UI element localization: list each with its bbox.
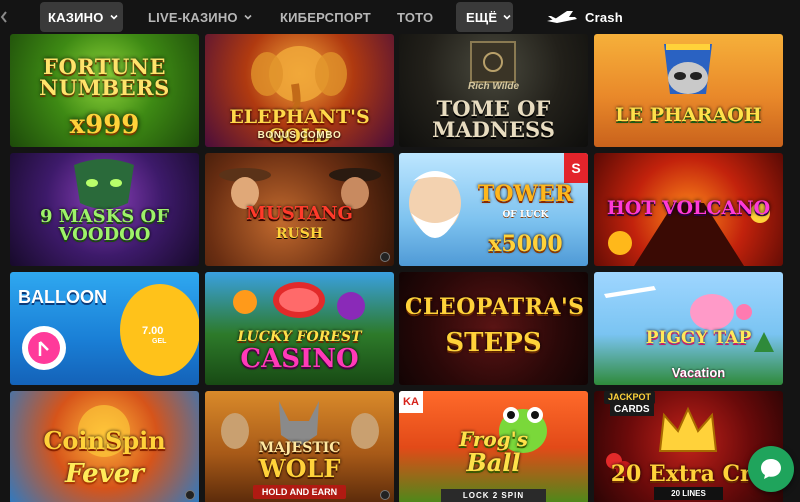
- chat-button[interactable]: [748, 446, 794, 492]
- game-artwork: [594, 34, 783, 147]
- nav-tab-more[interactable]: ЕЩЁ: [456, 2, 513, 32]
- game-feature-label: 20 LINES: [654, 487, 723, 500]
- chevron-down-icon: [503, 14, 511, 20]
- game-feature-label: HOLD AND EARN: [253, 485, 346, 499]
- nav-tab-casino[interactable]: КАЗИНО: [40, 2, 123, 32]
- chevron-down-icon: [109, 14, 118, 20]
- chevron-down-icon: [244, 14, 252, 20]
- game-subtitle: WOLF: [258, 454, 341, 483]
- game-tile[interactable]: HOT VOLCANO: [594, 153, 783, 266]
- game-title: FORTUNE NUMBERS: [39, 54, 170, 100]
- game-subtitle: RUSH: [275, 226, 324, 242]
- game-tile[interactable]: KA Frog's Ball LOCK 2 SPIN: [399, 391, 588, 502]
- game-feature-label: LOCK 2 SPIN: [441, 489, 546, 502]
- game-title: Frog's: [458, 427, 529, 451]
- game-tile[interactable]: CoinSpin Fever: [10, 391, 199, 502]
- nav-tab-label: ЕЩЁ: [466, 9, 498, 25]
- jackpot-cards-label: CARDS: [610, 403, 654, 416]
- nav-tab-label: ТОТО: [397, 9, 434, 25]
- nav-tab-toto[interactable]: ТОТО: [389, 2, 439, 32]
- game-tile[interactable]: Rich Wilde TOME OF MADNESS: [399, 34, 588, 147]
- game-title-extra: OF LUCK: [502, 210, 549, 220]
- game-tile[interactable]: LUCKY FOREST CASINO: [205, 272, 394, 385]
- game-title: PIGGY TAP: [645, 328, 752, 348]
- game-subtitle: x999: [69, 110, 140, 140]
- nav-tab-live-casino[interactable]: LIVE-КАЗИНО: [140, 2, 264, 32]
- game-title: CLEOPATRA'S: [405, 294, 585, 320]
- top-navigation: КАЗИНО LIVE-КАЗИНО КИБЕРСПОРТ ТОТО ЕЩЁ C…: [0, 0, 800, 36]
- game-title: LUCKY FOREST: [237, 329, 362, 345]
- game-tile[interactable]: ELEPHANT'S GOLD BONUS COMBO: [205, 34, 394, 147]
- game-tile[interactable]: MUSTANG RUSH: [205, 153, 394, 266]
- game-multiplier: 7.00: [142, 325, 164, 337]
- nav-tab-esports[interactable]: КИБЕРСПОРТ: [272, 2, 382, 32]
- game-subtitle: Ball: [466, 448, 521, 477]
- game-tile[interactable]: BALLOON 7.00 GEL: [10, 272, 199, 385]
- game-subtitle: Fever: [65, 459, 144, 489]
- game-title: MAJESTIC: [258, 440, 341, 456]
- game-title: CoinSpin: [43, 426, 166, 455]
- chat-bubble-icon: [761, 459, 781, 479]
- game-tile[interactable]: FORTUNE NUMBERS x999: [10, 34, 199, 147]
- game-tile[interactable]: S TOWER OF LUCK x5000: [399, 153, 588, 266]
- provider-badge-icon: [185, 490, 195, 500]
- game-subtitle: Vacation: [671, 365, 726, 380]
- game-title: LE PHARAOH: [615, 104, 762, 126]
- provider-badge-icon: [380, 490, 390, 500]
- game-tile[interactable]: MAJESTIC WOLF HOLD AND EARN: [205, 391, 394, 502]
- game-title: HOT VOLCANO: [606, 197, 771, 219]
- game-grid: FORTUNE NUMBERS x999 ELEPHANT'S GOLD BON…: [0, 34, 800, 502]
- nav-tab-label: КИБЕРСПОРТ: [280, 9, 371, 25]
- scroll-left-chevron-icon[interactable]: [0, 2, 12, 32]
- game-tile[interactable]: 9 MASKS OF VOODOO: [10, 153, 199, 266]
- game-title: TOME OF MADNESS: [432, 96, 555, 142]
- game-subtitle: BONUS COMBO: [257, 130, 342, 141]
- game-subtitle: Rich Wilde: [467, 81, 520, 92]
- game-title: MUSTANG: [246, 203, 353, 224]
- game-title: 9 MASKS OF VOODOO: [39, 206, 170, 245]
- nav-tab-label: Crash: [585, 9, 623, 25]
- game-subtitle: x5000: [488, 231, 563, 257]
- game-subtitle: CASINO: [240, 344, 359, 374]
- provider-logo: KA: [399, 391, 423, 413]
- nav-tab-label: LIVE-КАЗИНО: [148, 9, 238, 25]
- game-tile[interactable]: LE PHARAOH: [594, 34, 783, 147]
- nav-tab-label: КАЗИНО: [48, 9, 104, 25]
- game-currency: GEL: [152, 338, 167, 345]
- game-subtitle: STEPS: [445, 328, 542, 358]
- raccoon-pharaoh-icon: [664, 44, 712, 94]
- game-tile[interactable]: CLEOPATRA'S STEPS: [399, 272, 588, 385]
- provider-badge-icon: [380, 252, 390, 262]
- game-title: TOWER: [477, 181, 574, 207]
- nav-tab-crash[interactable]: Crash: [543, 2, 633, 32]
- provider-badge: S: [564, 153, 588, 183]
- game-title: BALLOON: [18, 287, 107, 307]
- plane-icon: [547, 11, 577, 23]
- game-tile[interactable]: PIGGY TAP Vacation: [594, 272, 783, 385]
